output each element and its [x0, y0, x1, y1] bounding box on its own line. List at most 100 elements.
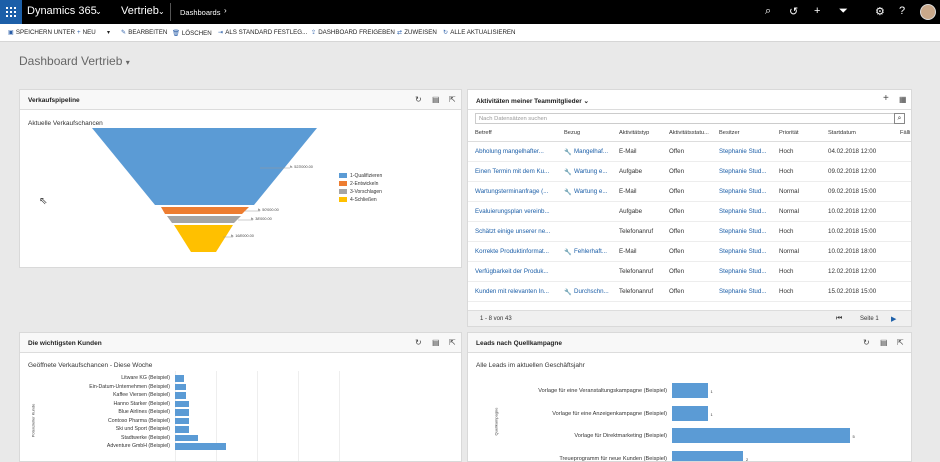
table-row[interactable]: Korrekte Produktinformat...Fehlerhaft...…	[468, 242, 912, 262]
app-chevron-down-icon[interactable]: ⌄	[95, 7, 102, 16]
bar[interactable]	[175, 384, 186, 391]
column-header[interactable]: Aktivitätstyp	[619, 130, 649, 136]
help-icon[interactable]: ?	[899, 5, 905, 17]
bar-category-label: Vorlage für eine Veranstaltungskampagne …	[538, 388, 667, 394]
column-header[interactable]: Bezug	[564, 130, 580, 136]
table-cell[interactable]: Stephanie Stud...	[719, 208, 775, 215]
table-cell: 10.02.2018 18:00	[828, 248, 903, 255]
search-icon[interactable]: ⌕	[765, 5, 771, 18]
set-default-button[interactable]: ⇥ALS STANDARD FESTLEG...	[218, 29, 307, 36]
funnel-data-label: fr. 38'000.00	[251, 217, 272, 221]
column-header[interactable]: Priorität	[779, 130, 799, 136]
table-cell: Normal	[779, 208, 825, 215]
table-cell[interactable]: Stephanie Stud...	[719, 168, 775, 175]
expand-icon[interactable]: ⇱	[449, 338, 456, 347]
bar[interactable]	[175, 435, 198, 442]
column-header[interactable]: Besitzer	[719, 130, 740, 136]
column-header[interactable]: Fälli	[900, 130, 910, 136]
gear-icon[interactable]: ⚙	[875, 5, 885, 18]
funnel-stage-1	[92, 128, 317, 205]
breadcrumb-chevron-right-icon[interactable]: ›	[224, 6, 227, 15]
table-cell[interactable]: Wartungsterminanfrage (...	[475, 188, 561, 195]
grid-icon[interactable]: ▦	[899, 95, 907, 104]
table-row[interactable]: Abholung mangelhafter...Mangelhaf...E-Ma…	[468, 142, 912, 162]
plus-icon: +	[77, 29, 81, 36]
bar[interactable]	[175, 409, 189, 416]
table-cell: 04.02.2018 12:00	[828, 148, 903, 155]
table-cell[interactable]: Schätzt einige unserer ne...	[475, 228, 561, 235]
new-button[interactable]: +NEU	[77, 29, 96, 36]
bar-category-label: Hanno Starker (Beispiel)	[113, 401, 170, 407]
area-title[interactable]: Vertrieb	[121, 5, 159, 17]
table-row[interactable]: Verfügbarkeit der Produk...TelefonanrufO…	[468, 262, 912, 282]
plus-icon[interactable]: +	[814, 5, 820, 17]
table-cell[interactable]: Korrekte Produktinformat...	[475, 248, 561, 255]
table-cell: 10.02.2018 12:00	[828, 208, 903, 215]
assign-button[interactable]: ⇄ZUWEISEN	[397, 29, 437, 36]
table-row[interactable]: Einen Termin mit dem Ku...Wartung e...Au…	[468, 162, 912, 182]
area-chevron-down-icon[interactable]: ⌄	[158, 7, 165, 16]
table-row[interactable]: Wartungsterminanfrage (...Wartung e...E-…	[468, 182, 912, 202]
table-cell[interactable]: Verfügbarkeit der Produk...	[475, 268, 561, 275]
table-row[interactable]: Schätzt einige unserer ne...Telefonanruf…	[468, 222, 912, 242]
avatar[interactable]	[920, 4, 936, 20]
table-cell[interactable]: Evaluierungsplan vereinb...	[475, 208, 561, 215]
filter-icon[interactable]: ⏷	[839, 5, 848, 18]
history-icon[interactable]: ↺	[789, 5, 798, 18]
app-launcher-icon[interactable]	[0, 0, 22, 24]
refresh-all-button[interactable]: ↻ALLE AKTUALISIEREN	[443, 29, 516, 36]
first-page-icon[interactable]: ⏮	[836, 315, 842, 323]
view-records-icon[interactable]: ▤	[880, 338, 888, 347]
table-cell[interactable]: Abholung mangelhafter...	[475, 148, 561, 155]
table-cell[interactable]: Stephanie Stud...	[719, 248, 775, 255]
bar[interactable]	[175, 392, 186, 399]
table-cell: Hoch	[779, 148, 825, 155]
delete-button[interactable]: 🗑LÖSCHEN	[172, 29, 212, 37]
breadcrumb-dashboards[interactable]: Dashboards	[180, 8, 220, 17]
table-cell[interactable]: Kunden mit relevanten In...	[475, 288, 561, 295]
funnel-chart	[20, 90, 463, 269]
app-title[interactable]: Dynamics 365	[27, 5, 97, 17]
table-cell[interactable]: Stephanie Stud...	[719, 288, 775, 295]
table-row[interactable]: Kunden mit relevanten In...Durchschn...T…	[468, 282, 912, 302]
view-records-icon[interactable]: ▤	[432, 338, 440, 347]
table-cell: Offen	[669, 228, 717, 235]
table-cell: Hoch	[779, 268, 825, 275]
dashboard-selector[interactable]: Dashboard Vertrieb ▾	[19, 54, 130, 68]
funnel-stage-3	[167, 216, 241, 223]
bar[interactable]	[175, 426, 189, 433]
table-row[interactable]: Evaluierungsplan vereinb...AufgabeOffenS…	[468, 202, 912, 222]
bar[interactable]	[175, 443, 226, 450]
refresh-icon[interactable]: ↻	[863, 338, 870, 347]
table-cell[interactable]: Stephanie Stud...	[719, 268, 775, 275]
legend-label: 4-Schließen	[350, 197, 377, 203]
table-cell[interactable]: Stephanie Stud...	[719, 228, 775, 235]
bar[interactable]	[672, 428, 850, 443]
bar[interactable]	[175, 401, 189, 408]
table-cell: E-Mail	[619, 248, 667, 255]
save-as-button[interactable]: ▣SPEICHERN UNTER	[8, 29, 75, 36]
add-icon[interactable]: +	[883, 93, 889, 104]
table-cell[interactable]: Einen Termin mit dem Ku...	[475, 168, 561, 175]
refresh-icon[interactable]: ↻	[415, 338, 422, 347]
search-icon[interactable]: ⌕	[894, 113, 905, 124]
bar[interactable]	[175, 375, 184, 382]
column-header[interactable]: Betreff	[475, 130, 492, 136]
search-input[interactable]: Nach Datensätzen suchen ⌕	[475, 113, 905, 124]
expand-icon[interactable]: ⇱	[897, 338, 904, 347]
next-page-icon[interactable]: ▶	[891, 315, 896, 323]
bar[interactable]	[672, 451, 743, 462]
new-dropdown-chevron-icon[interactable]: ▾	[107, 29, 110, 36]
share-dashboard-button[interactable]: ⇪DASHBOARD FREIGEBEN	[311, 29, 395, 36]
bar[interactable]	[175, 418, 189, 425]
bar[interactable]	[672, 383, 708, 398]
edit-button[interactable]: ✎BEARBEITEN	[121, 29, 167, 36]
table-cell[interactable]: Stephanie Stud...	[719, 148, 775, 155]
bar[interactable]	[672, 406, 708, 421]
table-cell[interactable]: Stephanie Stud...	[719, 188, 775, 195]
activities-view-selector[interactable]: Aktivitäten meiner Teammitglieder ⌄	[476, 97, 589, 105]
column-header[interactable]: Startdatum	[828, 130, 856, 136]
y-axis-label: Potenzieller Kunde	[30, 404, 35, 438]
column-header[interactable]: Aktivitätsstatu...	[669, 130, 709, 136]
table-cell: Offen	[669, 168, 717, 175]
